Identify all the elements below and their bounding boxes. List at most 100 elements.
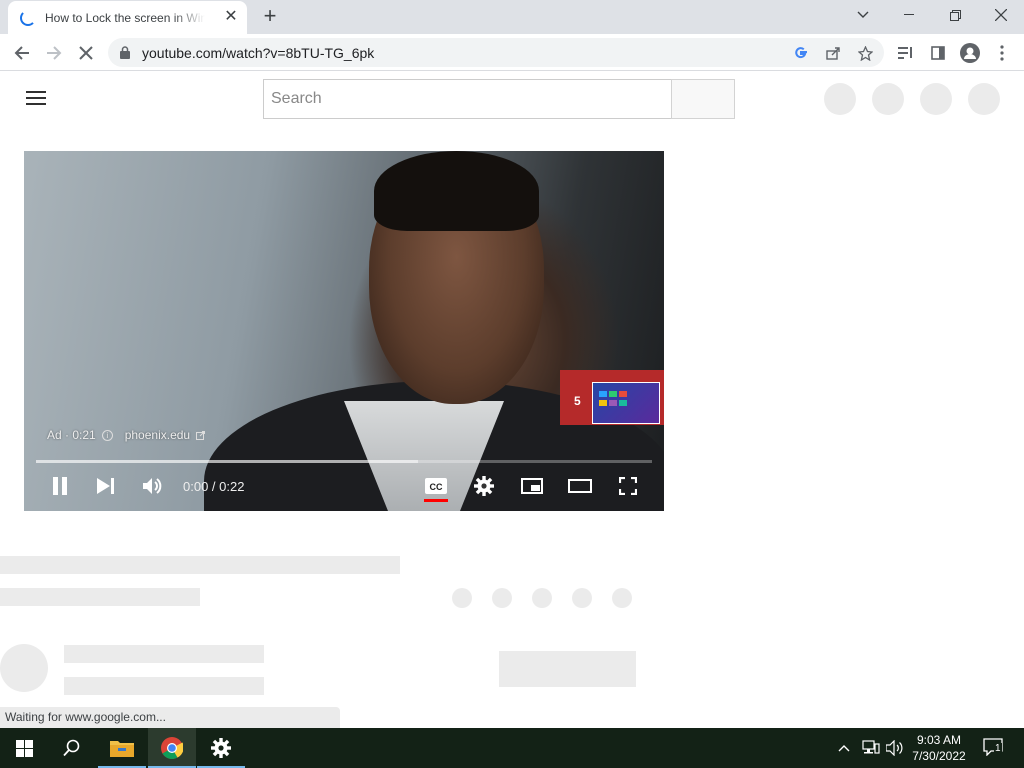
- action-placeholder-dot: [452, 588, 472, 608]
- speaker-icon: [885, 739, 903, 757]
- captions-active-indicator: [424, 499, 448, 502]
- file-explorer-button[interactable]: [98, 728, 146, 768]
- skip-next-icon: [97, 478, 114, 494]
- tab-title: How to Lock the screen in Windows 10: [45, 10, 205, 25]
- media-controls-button[interactable]: [893, 40, 919, 66]
- chrome-logo-icon: [161, 737, 183, 759]
- browser-toolbar: youtube.com/watch?v=8bTU-TG_6pk: [0, 34, 1024, 71]
- chrome-menu-button[interactable]: [989, 40, 1015, 66]
- bookmark-star-icon[interactable]: [855, 43, 875, 63]
- search-taskbar-button[interactable]: [48, 728, 96, 768]
- settings-button[interactable]: [471, 473, 497, 499]
- restore-button[interactable]: [932, 0, 978, 30]
- action-placeholder-dot: [532, 588, 552, 608]
- subtitle-placeholder: [0, 588, 200, 606]
- media-queue-icon: [898, 47, 912, 59]
- profile-avatar-icon: [960, 43, 980, 63]
- network-tray-button[interactable]: [862, 740, 880, 759]
- progress-buffered: [36, 460, 418, 463]
- masthead-placeholder-circle: [824, 83, 856, 115]
- folder-icon: [110, 741, 134, 757]
- video-player[interactable]: Ad · 0:21 i phoenix.edu 5 0:00 / 0:22 CC: [24, 151, 664, 511]
- action-placeholder-dot: [572, 588, 592, 608]
- new-tab-button[interactable]: +: [258, 5, 282, 29]
- svg-text:CC: CC: [430, 482, 443, 492]
- arrow-left-icon: [14, 46, 29, 60]
- theater-mode-icon: [568, 479, 592, 493]
- profile-button[interactable]: [957, 40, 983, 66]
- action-center-button[interactable]: 1: [983, 738, 1003, 759]
- search-input[interactable]: [263, 79, 672, 119]
- miniplayer-button[interactable]: [519, 473, 545, 499]
- theater-mode-button[interactable]: [567, 473, 593, 499]
- fullscreen-button[interactable]: [615, 473, 641, 499]
- clock-time: 9:03 AM: [916, 733, 962, 747]
- hamburger-menu-icon[interactable]: [26, 91, 46, 107]
- chevron-up-icon: [838, 745, 850, 752]
- forward-button[interactable]: [41, 40, 67, 66]
- channel-name-placeholder: [64, 645, 264, 663]
- minimize-icon: [904, 14, 914, 15]
- close-window-button[interactable]: [978, 0, 1024, 30]
- advertiser-link[interactable]: phoenix.edu: [125, 428, 190, 442]
- url-text: youtube.com/watch?v=8bTU-TG_6pk: [142, 45, 375, 61]
- notification-count: 1: [994, 743, 1002, 754]
- youtube-masthead: [0, 72, 1024, 128]
- ad-info: Ad · 0:21 i phoenix.edu: [47, 428, 206, 442]
- browser-tab[interactable]: How to Lock the screen in Windows 10 ✕: [8, 1, 247, 34]
- search-button[interactable]: [671, 79, 735, 119]
- clock-date: 7/30/2022: [912, 749, 966, 763]
- back-button[interactable]: [9, 40, 35, 66]
- google-lens-icon[interactable]: [791, 43, 811, 63]
- next-video-thumbnail: [592, 382, 660, 424]
- mute-button[interactable]: [140, 473, 166, 499]
- browser-tab-strip: How to Lock the screen in Windows 10 ✕ +: [0, 0, 1024, 34]
- tab-search-button[interactable]: [840, 0, 886, 30]
- status-bubble: Waiting for www.google.com...: [0, 707, 340, 728]
- channel-avatar-placeholder: [0, 644, 48, 692]
- pause-button[interactable]: [47, 473, 73, 499]
- masthead-placeholder-circle: [872, 83, 904, 115]
- video-frame-person-hair: [374, 151, 539, 231]
- settings-taskbar-button[interactable]: [197, 728, 245, 768]
- minimize-button[interactable]: [886, 0, 932, 30]
- ad-label: Ad · 0:21: [47, 428, 96, 442]
- channel-subs-placeholder: [64, 677, 264, 695]
- captions-button[interactable]: CC: [423, 473, 449, 499]
- action-placeholder-dot: [612, 588, 632, 608]
- search-icon: [63, 739, 80, 757]
- tray-overflow-button[interactable]: [838, 740, 850, 755]
- chrome-taskbar-button[interactable]: [148, 728, 196, 768]
- volume-tray-button[interactable]: [885, 739, 904, 759]
- kebab-menu-icon: [1000, 45, 1004, 61]
- action-placeholder-dot: [492, 588, 512, 608]
- tab-close-icon[interactable]: ✕: [223, 9, 239, 25]
- next-button[interactable]: [93, 473, 119, 499]
- settings-gear-icon: [211, 738, 231, 758]
- progress-bar[interactable]: [36, 460, 652, 463]
- time-display: 0:00 / 0:22: [183, 479, 245, 494]
- pause-icon: [53, 477, 67, 495]
- stop-icon: [79, 46, 93, 60]
- fullscreen-icon: [619, 477, 637, 495]
- loading-spinner-icon: [20, 9, 36, 26]
- arrow-right-icon: [47, 46, 62, 60]
- skip-countdown: 5: [574, 394, 581, 408]
- windows-logo-icon: [15, 739, 33, 757]
- restore-icon: [949, 9, 961, 21]
- windows-taskbar: 9:03 AM 7/30/2022 1: [0, 728, 1024, 768]
- address-bar[interactable]: youtube.com/watch?v=8bTU-TG_6pk: [108, 38, 884, 67]
- gear-icon: [474, 476, 494, 496]
- stop-loading-button[interactable]: [73, 40, 99, 66]
- taskbar-clock[interactable]: 9:03 AM 7/30/2022: [906, 732, 972, 764]
- info-icon[interactable]: i: [101, 429, 113, 441]
- side-panel-button[interactable]: [925, 40, 951, 66]
- closed-captions-icon: CC: [425, 478, 447, 494]
- external-link-icon: [196, 430, 206, 440]
- share-icon[interactable]: [823, 43, 843, 63]
- side-panel-icon: [931, 46, 945, 60]
- masthead-placeholder-circle: [920, 83, 952, 115]
- start-button[interactable]: [0, 728, 48, 768]
- title-placeholder: [0, 556, 400, 574]
- skip-ad-preview[interactable]: 5: [560, 370, 664, 425]
